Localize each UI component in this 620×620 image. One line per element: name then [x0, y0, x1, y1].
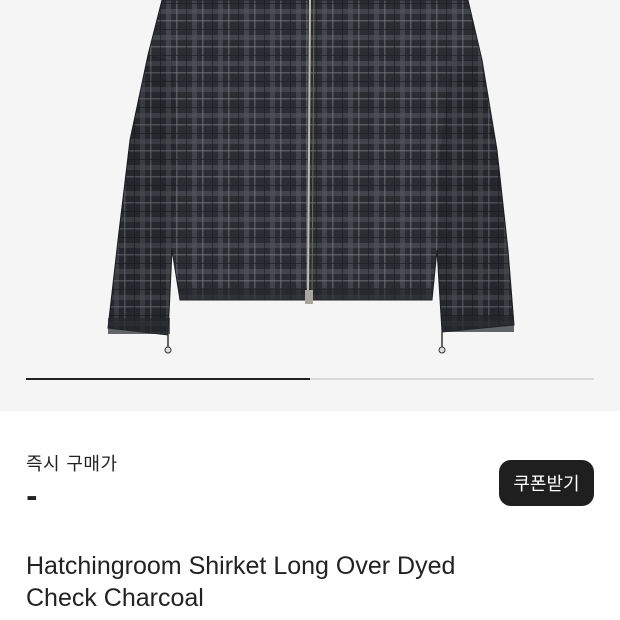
carousel-progress-track [26, 378, 594, 380]
get-coupon-button[interactable]: 쿠폰받기 [499, 460, 594, 506]
instant-buy-price-label: 즉시 구매가 [26, 454, 118, 475]
product-title-line-1: Hatchingroom Shirket Long Over Dyed [26, 552, 456, 580]
instant-buy-price-value: - [26, 480, 38, 513]
product-title: Hatchingroom Shirket Long Over Dyed Chec… [26, 550, 586, 614]
product-detail-page: 즉시 구매가 - 쿠폰받기 Hatchingroom Shirket Long … [0, 0, 620, 620]
product-image [107, 0, 515, 354]
product-image-gallery[interactable] [0, 0, 620, 411]
carousel-progress-fill [26, 378, 310, 380]
product-title-line-2: Check Charcoal [26, 584, 204, 612]
